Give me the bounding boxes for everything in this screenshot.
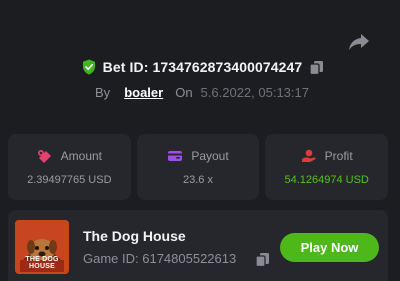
hand-coin-icon xyxy=(301,149,317,163)
on-label: On xyxy=(175,85,193,100)
username-link[interactable]: boaler xyxy=(118,85,167,100)
bet-stats: Amount 2.39497765 USD Payout 23.6 x Prof… xyxy=(8,134,389,200)
game-card: THE DOG HOUSE The Dog House Game ID: 617… xyxy=(8,210,388,281)
game-thumbnail[interactable]: THE DOG HOUSE xyxy=(15,220,69,274)
game-name: The Dog House xyxy=(83,228,186,244)
bet-id-row: Bet ID: 1734762873400074247 xyxy=(0,59,400,75)
by-label: By xyxy=(95,85,111,100)
coins-icon xyxy=(37,149,53,163)
stat-profit: Profit 54.1264974 USD xyxy=(265,134,389,200)
verified-shield-icon xyxy=(82,59,96,75)
game-id: Game ID: 6174805522613 xyxy=(83,251,237,266)
stat-profit-value: 54.1264974 USD xyxy=(284,173,369,186)
stat-amount-value: 2.39497765 USD xyxy=(27,173,112,186)
stat-amount: Amount 2.39497765 USD xyxy=(8,134,131,200)
bet-datetime: 5.6.2022, 05:13:17 xyxy=(200,85,309,100)
wallet-card-icon xyxy=(167,149,183,163)
copy-bet-id-icon[interactable] xyxy=(309,60,324,75)
stat-payout-label: Payout xyxy=(191,148,229,163)
copy-game-id-icon[interactable] xyxy=(255,252,270,267)
stat-profit-label: Profit xyxy=(324,148,353,163)
stat-amount-label: Amount xyxy=(60,148,103,163)
play-now-button[interactable]: Play Now xyxy=(280,233,379,262)
bet-meta-row: By boaler On 5.6.2022, 05:13:17 xyxy=(0,85,400,100)
stat-payout-value: 23.6 x xyxy=(183,173,213,186)
stat-payout: Payout 23.6 x xyxy=(136,134,260,200)
bet-id-title: Bet ID: 1734762873400074247 xyxy=(102,59,303,75)
share-icon[interactable] xyxy=(348,33,370,51)
game-thumbnail-logo: THE DOG HOUSE xyxy=(25,256,59,270)
